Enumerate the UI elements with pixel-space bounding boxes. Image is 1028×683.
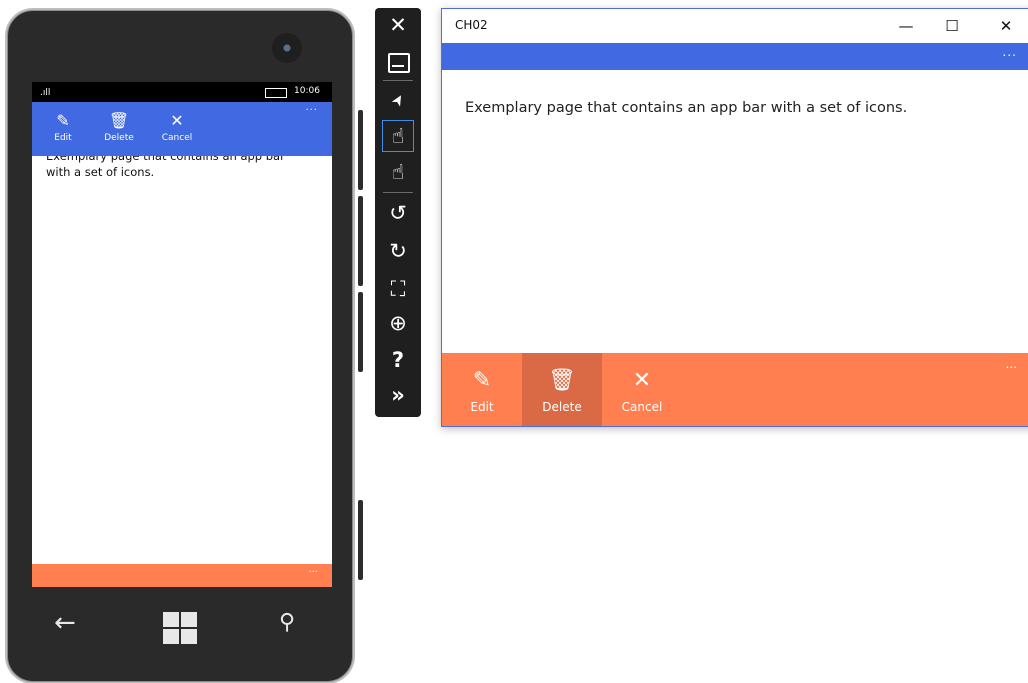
close-icon: ✕ <box>170 111 184 130</box>
delete-button[interactable]: 🗑 Delete <box>522 353 602 426</box>
pencil-icon: ✎ <box>472 368 492 393</box>
more-options-button[interactable]: ... <box>308 564 318 575</box>
status-bar: .ıll 10:06 <box>32 82 332 102</box>
close-icon[interactable]: ✕ <box>383 10 413 40</box>
zoom-icon[interactable]: ⊕ <box>383 308 413 338</box>
delete-label: Delete <box>104 133 134 143</box>
more-options-button[interactable]: ... <box>305 102 318 113</box>
search-icon[interactable]: ⚲ <box>279 610 295 635</box>
phone-bottom-app-bar: ... <box>32 564 332 587</box>
phone-screen[interactable]: .ıll 10:06 Exemplary page that contains … <box>32 82 332 587</box>
toolbar-divider <box>383 192 413 193</box>
fit-to-screen-icon[interactable]: ⛶ <box>383 274 413 304</box>
phone-top-app-bar: ... ✎ Edit 🗑 Delete ✕ Cancel <box>32 102 332 156</box>
battery-icon <box>265 88 287 98</box>
maximize-window-button[interactable]: ☐ <box>929 9 975 43</box>
side-button[interactable] <box>358 292 363 372</box>
help-icon[interactable]: ? <box>383 345 413 375</box>
emulator-toolbar: ✕ ➤ ☝ ☝ ↺ ↻ ⛶ ⊕ ? » <box>375 8 421 417</box>
trash-icon: 🗑 <box>548 368 576 393</box>
edit-label: Edit <box>470 400 494 414</box>
cancel-button[interactable]: ✕ Cancel <box>602 353 682 426</box>
edit-button[interactable]: ✎ Edit <box>442 353 522 426</box>
minimize-window-button[interactable]: — <box>883 9 929 43</box>
app-window: CH02 — ☐ ✕ ... Exemplary page that conta… <box>441 8 1028 427</box>
bottom-app-bar: ... ✎ Edit 🗑 Delete ✕ Cancel <box>442 353 1028 426</box>
toolbar-divider <box>383 80 413 81</box>
multi-touch-icon[interactable]: ☝ <box>383 157 413 187</box>
phone-nav-bar: ← ⚲ <box>32 600 332 654</box>
close-window-button[interactable]: ✕ <box>983 9 1028 43</box>
rotate-right-icon[interactable]: ↻ <box>383 236 413 266</box>
more-options-button[interactable]: ... <box>1006 357 1017 371</box>
cancel-button[interactable]: ✕ Cancel <box>151 111 203 143</box>
close-icon: ✕ <box>632 368 652 393</box>
delete-button[interactable]: 🗑 Delete <box>93 111 145 143</box>
pencil-icon: ✎ <box>56 111 70 130</box>
status-time: 10:06 <box>294 86 320 96</box>
windows-logo-icon[interactable] <box>163 612 197 644</box>
window-title: CH02 <box>455 18 488 32</box>
pointer-icon[interactable]: ➤ <box>378 80 419 121</box>
delete-label: Delete <box>542 400 582 414</box>
more-tools-icon[interactable]: » <box>383 380 413 410</box>
rotate-left-icon[interactable]: ↺ <box>383 198 413 228</box>
cancel-label: Cancel <box>161 133 193 143</box>
title-bar[interactable]: CH02 — ☐ ✕ <box>442 9 1028 43</box>
single-touch-icon[interactable]: ☝ <box>382 120 414 152</box>
more-options-button[interactable]: ... <box>1003 45 1017 59</box>
signal-icon: .ıll <box>40 88 51 98</box>
camera-button[interactable] <box>358 500 363 580</box>
edit-label: Edit <box>54 133 72 143</box>
back-arrow-icon[interactable]: ← <box>54 608 76 638</box>
power-button[interactable] <box>358 196 363 286</box>
trash-icon: 🗑 <box>108 111 130 130</box>
top-app-bar: ... <box>442 43 1028 70</box>
cancel-label: Cancel <box>621 400 663 414</box>
edit-button[interactable]: ✎ Edit <box>37 111 89 143</box>
volume-button[interactable] <box>358 110 363 190</box>
page-text: Exemplary page that contains an app bar … <box>465 100 908 116</box>
phone-emulator: .ıll 10:06 Exemplary page that contains … <box>0 0 363 683</box>
minimize-icon[interactable] <box>383 46 413 76</box>
camera-lens <box>272 33 302 63</box>
